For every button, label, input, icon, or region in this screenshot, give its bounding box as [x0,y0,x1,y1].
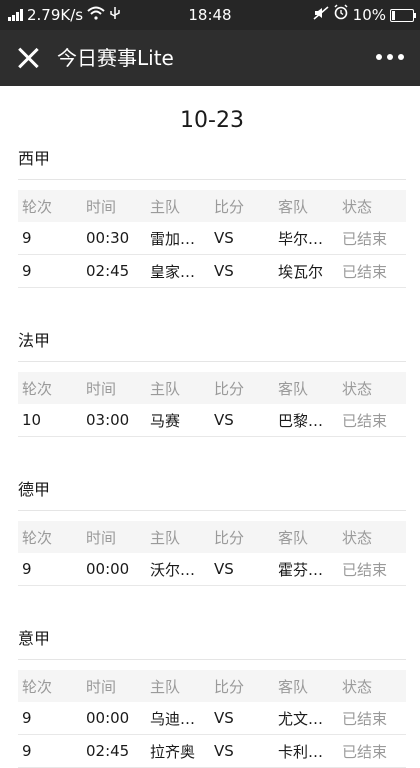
league-section: 意甲轮次 时间 主队 比分 客队 状态 9 00:00 乌迪… VS 尤文… 已结束 9 02:45 拉齐奥… [18,586,406,768]
match-status: 已结束 [342,262,388,281]
main-content: 10-23 西甲 轮次 时间 主队 比分 客队 状态 9 00:30 雷加… VS 毕尔… 已结束 9 02… [0,106,420,768]
league-section: 法甲轮次 时间 主队 比分 客队 状态 10 03:00 马赛 VS 巴黎… 已结束 [18,288,406,437]
match-home: 皇家… [150,262,196,281]
match-row[interactable]: 9 02:45 皇家… VS 埃瓦尔 已结束 [18,255,406,288]
column-header: 时间 [86,677,117,696]
table-header: 轮次 时间 主队 比分 客队 状态 [18,521,406,553]
match-row[interactable]: 9 00:00 沃尔… VS 霍芬… 已结束 [18,553,406,586]
league-title: 法甲 [18,318,406,362]
match-round: 9 [22,709,32,727]
column-header: 轮次 [22,528,53,547]
match-table: 轮次 时间 主队 比分 客队 状态 9 00:00 乌迪… VS 尤文… 已结束 9 02:45 拉齐奥 VS… [18,670,406,768]
match-home: 拉齐奥 [150,742,196,761]
column-header: 客队 [278,677,309,696]
column-header: 时间 [86,528,117,547]
match-away: 尤文… [278,709,324,728]
column-header: 客队 [278,528,309,547]
match-table: 轮次 时间 主队 比分 客队 状态 9 00:30 雷加… VS 毕尔… 已结束 9 02:45 皇家… VS… [18,190,406,288]
match-status: 已结束 [342,229,388,248]
more-icon[interactable] [376,54,404,60]
column-header: 比分 [214,379,245,398]
match-away: 卡利… [278,742,324,761]
nav-bar: 今日赛事Lite [0,30,420,86]
column-header: 状态 [342,197,373,216]
match-time: 02:45 [86,262,130,280]
match-away: 埃瓦尔 [278,262,324,281]
match-score: VS [214,262,234,280]
match-row[interactable]: 10 03:00 马赛 VS 巴黎… 已结束 [18,404,406,437]
column-header: 状态 [342,528,373,547]
column-header: 轮次 [22,197,53,216]
column-header: 主队 [150,379,181,398]
column-header: 轮次 [22,677,53,696]
match-time: 02:45 [86,742,130,760]
match-score: VS [214,560,234,578]
alarm-icon [333,0,349,30]
column-header: 主队 [150,197,181,216]
match-score: VS [214,742,234,760]
table-header: 轮次 时间 主队 比分 客队 状态 [18,190,406,222]
status-right: 10% [313,0,416,30]
column-header: 客队 [278,197,309,216]
match-row[interactable]: 9 02:45 拉齐奥 VS 卡利… 已结束 [18,735,406,768]
match-time: 00:30 [86,229,130,247]
column-header: 主队 [150,677,181,696]
match-score: VS [214,709,234,727]
match-row[interactable]: 9 00:30 雷加… VS 毕尔… 已结束 [18,222,406,255]
match-round: 9 [22,742,32,760]
league-title: 西甲 [18,136,406,180]
match-round: 9 [22,560,32,578]
match-time: 00:00 [86,709,130,727]
match-score: VS [214,229,234,247]
close-icon[interactable] [16,46,40,70]
match-table: 轮次 时间 主队 比分 客队 状态 10 03:00 马赛 VS 巴黎… 已结束 [18,372,406,437]
match-home: 马赛 [150,411,181,430]
league-section: 德甲轮次 时间 主队 比分 客队 状态 9 00:00 沃尔… VS 霍芬… 已结束 [18,437,406,586]
column-header: 状态 [342,677,373,696]
match-status: 已结束 [342,742,388,761]
column-header: 时间 [86,197,117,216]
league-list: 西甲 轮次 时间 主队 比分 客队 状态 9 00:30 雷加… VS 毕尔… 已结束 9 02:45 皇家…… [18,136,406,768]
column-header: 比分 [214,528,245,547]
match-status: 已结束 [342,709,388,728]
match-home: 雷加… [150,229,196,248]
column-header: 主队 [150,528,181,547]
column-header: 比分 [214,197,245,216]
match-home: 乌迪… [150,709,196,728]
match-status: 已结束 [342,411,388,430]
match-away: 巴黎… [278,411,324,430]
table-header: 轮次 时间 主队 比分 客队 状态 [18,670,406,702]
league-title: 意甲 [18,616,406,660]
match-row[interactable]: 9 00:00 乌迪… VS 尤文… 已结束 [18,702,406,735]
mute-icon [313,0,329,30]
match-away: 霍芬… [278,560,324,579]
match-round: 9 [22,229,32,247]
match-round: 10 [22,411,42,429]
league-section: 西甲轮次 时间 主队 比分 客队 状态 9 00:30 雷加… VS 毕尔… 已结束 9 02:45 皇家…… [18,136,406,288]
match-away: 毕尔… [278,229,324,248]
match-status: 已结束 [342,560,388,579]
battery-icon [390,8,416,22]
column-header: 轮次 [22,379,53,398]
match-date: 10-23 [180,108,244,133]
match-time: 00:00 [86,560,130,578]
status-bar: 2.79K/s 18:48 10% [0,0,420,30]
table-header: 轮次 时间 主队 比分 客队 状态 [18,372,406,404]
column-header: 状态 [342,379,373,398]
column-header: 客队 [278,379,309,398]
match-score: VS [214,411,234,429]
column-header: 比分 [214,677,245,696]
match-table: 轮次 时间 主队 比分 客队 状态 9 00:00 沃尔… VS 霍芬… 已结束 [18,521,406,586]
match-home: 沃尔… [150,560,196,579]
league-title: 德甲 [18,467,406,511]
column-header: 时间 [86,379,117,398]
page-title: 今日赛事Lite [57,46,174,70]
match-round: 9 [22,262,32,280]
match-time: 03:00 [86,411,130,429]
battery-percent: 10% [352,6,386,24]
